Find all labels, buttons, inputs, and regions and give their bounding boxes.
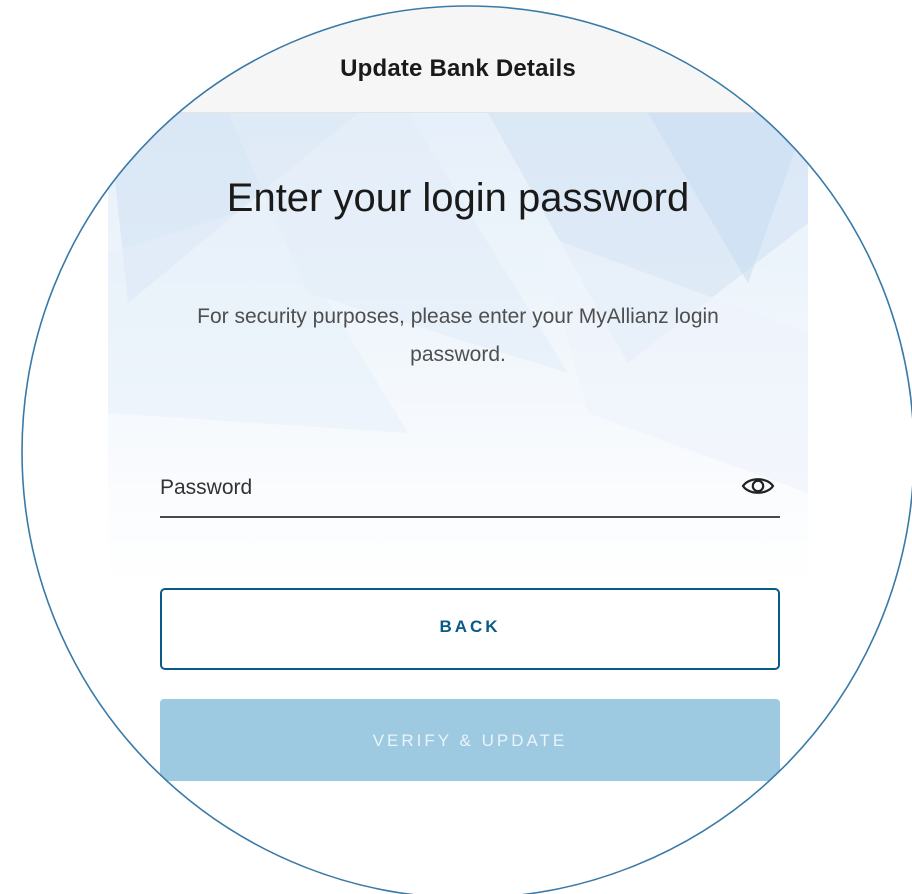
verify-update-button-label: VERIFY & UPDATE: [372, 731, 568, 750]
screen-heading: Enter your login password: [226, 176, 690, 220]
eye-icon[interactable]: [740, 472, 776, 500]
password-label: Password: [160, 476, 253, 499]
verify-update-button[interactable]: VERIFY & UPDATE: [160, 699, 780, 781]
password-field[interactable]: Password: [160, 470, 780, 518]
app-screen: Update Bank Details Enter your login pas…: [108, 0, 808, 894]
viewport: Update Bank Details Enter your login pas…: [0, 0, 912, 894]
back-button-label: BACK: [439, 617, 501, 636]
top-bar: Update Bank Details: [108, 0, 808, 113]
security-description: For security purposes, please enter your…: [197, 305, 719, 366]
page-title: Update Bank Details: [340, 55, 576, 82]
back-button[interactable]: BACK: [160, 588, 780, 670]
